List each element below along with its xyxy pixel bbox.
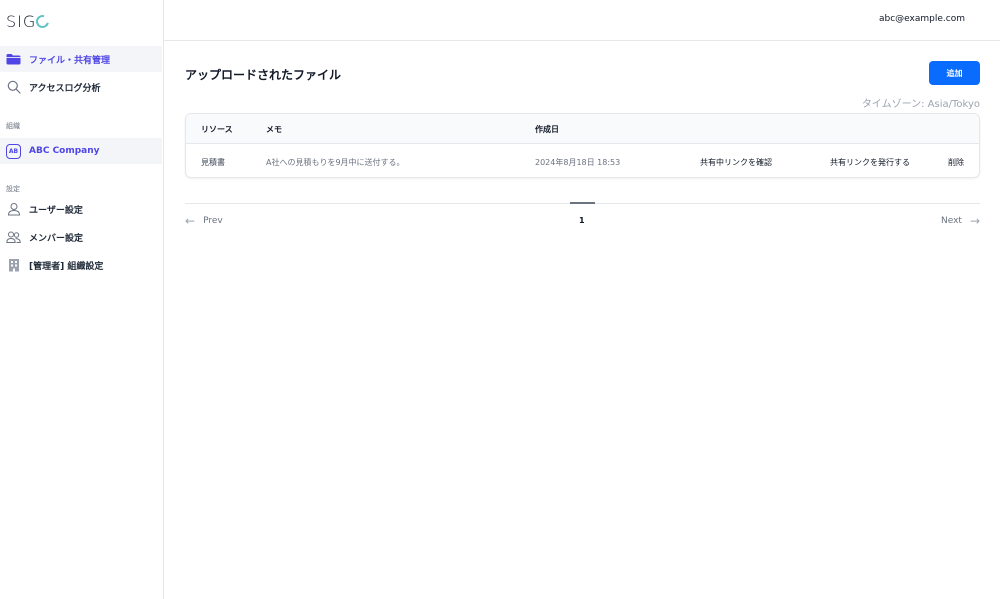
arrow-right-icon: → xyxy=(969,214,980,228)
user-icon xyxy=(6,202,21,217)
sidebar-item-org[interactable]: AB ABC Company xyxy=(0,138,162,164)
org-avatar: AB xyxy=(6,143,21,159)
sidebar-item-label: [管理者] 組織設定 xyxy=(29,261,104,272)
issue-share-link-button[interactable]: 共有リンクを発行する xyxy=(830,157,910,168)
sidebar-item-label: メンバー設定 xyxy=(29,233,84,244)
logo[interactable]: SIG xyxy=(6,11,52,31)
sidebar-item-admin-org-settings[interactable]: [管理者] 組織設定 xyxy=(0,252,162,278)
cell-created: 2024年8月18日 18:53 xyxy=(535,158,621,167)
column-header-memo: メモ xyxy=(266,125,282,134)
sidebar-item-label: ファイル・共有管理 xyxy=(29,55,111,66)
org-badge-wrapper: AB xyxy=(6,143,21,159)
pagination-next-label: Next xyxy=(940,216,962,226)
pagination-page-1[interactable]: 1 xyxy=(579,216,585,225)
sidebar-item-label: ユーザー設定 xyxy=(29,205,83,216)
files-table: リソース メモ 作成日 見積書 A社への見積もりを9月中に送付する。 2024年… xyxy=(185,113,980,178)
search-icon xyxy=(6,80,21,95)
sidebar-item-access-log[interactable]: アクセスログ分析 xyxy=(0,74,162,100)
column-header-created: 作成日 xyxy=(535,125,559,134)
pagination-prev[interactable]: ← Prev xyxy=(185,215,223,227)
logo-text: SIG xyxy=(6,11,37,31)
logo-ring-icon xyxy=(33,12,52,30)
sidebar-item-label: アクセスログ分析 xyxy=(29,83,101,94)
section-label-org: 組織 xyxy=(6,122,20,130)
sidebar-item-user-settings[interactable]: ユーザー設定 xyxy=(0,196,162,222)
topbar: abc@example.com xyxy=(164,0,1000,41)
delete-button[interactable]: 削除 xyxy=(948,157,964,168)
page-title: アップロードされたファイル xyxy=(185,68,342,82)
add-button[interactable]: 追加 xyxy=(929,61,980,85)
view-shared-links-button[interactable]: 共有中リンクを確認 xyxy=(700,157,772,168)
column-header-resource: リソース xyxy=(201,125,233,134)
cell-memo: A社への見積もりを9月中に送付する。 xyxy=(266,158,405,167)
sidebar: SIG ファイル・共有管理 アクセスログ分析 組織 AB ABC Company… xyxy=(0,0,164,599)
table-row: 見積書 A社への見積もりを9月中に送付する。 2024年8月18日 18:53 … xyxy=(186,145,979,177)
users-icon xyxy=(6,230,21,245)
pagination-prev-label: Prev xyxy=(203,216,223,226)
sidebar-item-files[interactable]: ファイル・共有管理 xyxy=(0,46,162,72)
pagination-next[interactable]: Next → xyxy=(941,215,980,227)
cell-resource[interactable]: 見積書 xyxy=(201,157,225,168)
building-icon xyxy=(6,258,21,273)
pagination-active-indicator xyxy=(570,202,595,204)
user-email[interactable]: abc@example.com xyxy=(879,14,965,24)
table-header: リソース メモ 作成日 xyxy=(186,114,979,144)
sidebar-item-member-settings[interactable]: メンバー設定 xyxy=(0,224,162,250)
arrow-left-icon: ← xyxy=(185,214,196,228)
org-name: ABC Company xyxy=(29,146,100,156)
section-label-settings: 設定 xyxy=(6,185,20,193)
app-window: SIG ファイル・共有管理 アクセスログ分析 組織 AB ABC Company… xyxy=(0,0,1000,599)
folder-icon xyxy=(6,52,21,67)
timezone-label: タイムゾーン: Asia/Tokyo xyxy=(861,99,980,110)
